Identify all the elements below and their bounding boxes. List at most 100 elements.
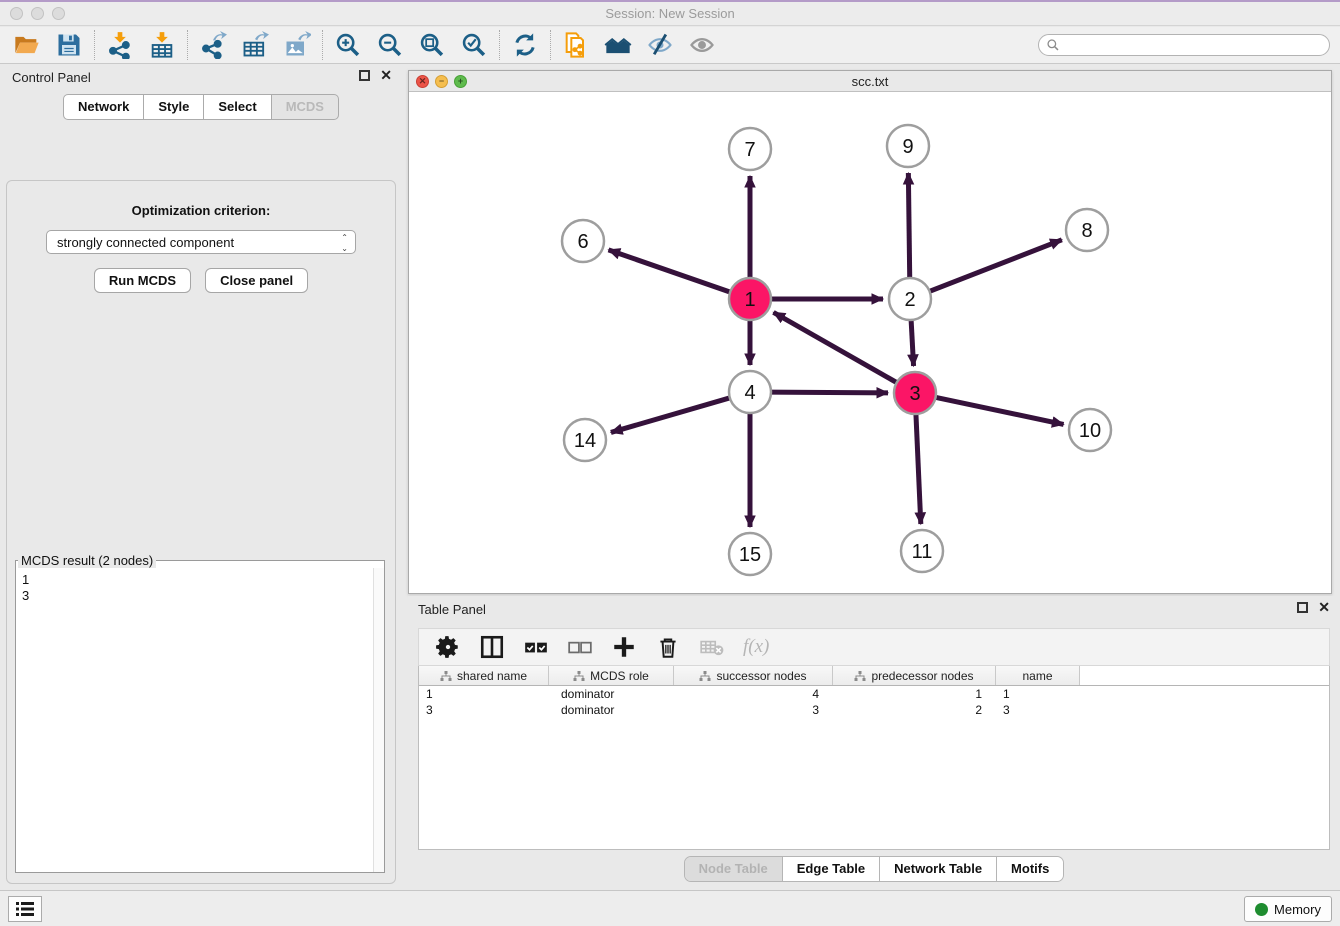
titlebar: Session: New Session <box>0 2 1340 26</box>
criterion-select[interactable]: strongly connected component ⌃⌄ <box>46 230 356 254</box>
zoom-in-icon <box>334 31 362 59</box>
plus-icon <box>611 633 637 661</box>
memory-button[interactable]: Memory <box>1244 896 1332 922</box>
tab-select[interactable]: Select <box>204 94 271 120</box>
tab-network[interactable]: Network <box>63 94 144 120</box>
tab-mcds[interactable]: MCDS <box>272 94 339 120</box>
tab-network-table[interactable]: Network Table <box>880 857 997 881</box>
table-cell[interactable]: 2 <box>833 702 996 718</box>
import-table-icon <box>148 31 176 59</box>
export-image-icon <box>283 31 311 59</box>
toolbar-separator <box>94 30 95 60</box>
apply-function-button[interactable]: f(x) <box>743 636 769 658</box>
graph-node-label: 15 <box>739 544 761 566</box>
table-settings-button[interactable] <box>435 631 461 663</box>
first-neighbors-button[interactable] <box>601 29 635 61</box>
graph-edge-2-8[interactable] <box>928 240 1062 292</box>
toolbar-separator <box>499 30 500 60</box>
table-cell[interactable]: 1 <box>833 686 996 702</box>
table-cell[interactable]: 1 <box>996 686 1080 702</box>
import-table-button[interactable] <box>145 29 179 61</box>
task-history-button[interactable] <box>8 896 42 922</box>
delete-table-button[interactable] <box>699 631 725 663</box>
zoom-selected-button[interactable] <box>457 29 491 61</box>
tab-motifs[interactable]: Motifs <box>997 857 1063 881</box>
graph-edge-3-11[interactable] <box>916 412 921 524</box>
search-icon <box>1046 38 1060 52</box>
refresh-button[interactable] <box>508 29 542 61</box>
status-bar: Memory <box>0 890 1340 926</box>
table-panel-title: Table Panel <box>418 602 486 617</box>
close-panel-button[interactable]: Close panel <box>205 268 308 293</box>
column-header-name[interactable]: name <box>996 666 1080 685</box>
column-header-successor-nodes[interactable]: successor nodes <box>674 666 833 685</box>
graph-edge-3-1[interactable] <box>773 312 898 383</box>
graph-edge-4-3[interactable] <box>769 392 888 393</box>
add-column-button[interactable] <box>611 631 637 663</box>
export-image-button[interactable] <box>280 29 314 61</box>
graph-edge-1-6[interactable] <box>609 250 733 293</box>
delete-table-icon <box>699 633 725 661</box>
graph-node-label: 1 <box>744 289 755 311</box>
table-cell-filler <box>1080 686 1329 702</box>
column-header-filler <box>1080 666 1329 685</box>
column-header-MCDS-role[interactable]: MCDS role <box>549 666 674 685</box>
eye-icon <box>688 31 716 59</box>
import-network-button[interactable] <box>103 29 137 61</box>
zoom-selected-icon <box>460 31 488 59</box>
zoom-fit-button[interactable] <box>415 29 449 61</box>
tab-style[interactable]: Style <box>144 94 204 120</box>
hide-selected-button[interactable] <box>643 29 677 61</box>
attribute-tree-icon <box>440 670 452 682</box>
close-table-panel-icon[interactable]: ✕ <box>1318 602 1330 613</box>
result-scrollbar[interactable] <box>373 568 384 872</box>
graph-edge-4-14[interactable] <box>611 397 732 432</box>
chevron-up-down-icon: ⌃⌄ <box>341 232 348 254</box>
select-all-rows-button[interactable] <box>523 631 549 663</box>
graph-edge-3-10[interactable] <box>934 397 1064 424</box>
table-toolbar: f(x) <box>418 628 1330 666</box>
export-network-button[interactable] <box>196 29 230 61</box>
zoom-in-button[interactable] <box>331 29 365 61</box>
table-cell[interactable]: 3 <box>419 702 549 718</box>
table-cell[interactable]: 3 <box>996 702 1080 718</box>
window-title: Session: New Session <box>0 6 1340 21</box>
eye-slash-icon <box>646 31 674 59</box>
show-all-button[interactable] <box>685 29 719 61</box>
graph-edge-2-9[interactable] <box>908 173 909 280</box>
tab-edge-table[interactable]: Edge Table <box>783 857 880 881</box>
export-table-button[interactable] <box>238 29 272 61</box>
close-panel-icon[interactable]: ✕ <box>380 70 392 81</box>
open-session-button[interactable] <box>10 29 44 61</box>
run-mcds-button[interactable]: Run MCDS <box>94 268 191 293</box>
refresh-icon <box>511 31 539 59</box>
graph-node-label: 11 <box>912 541 933 563</box>
float-table-panel-icon[interactable] <box>1297 602 1308 613</box>
tab-node-table[interactable]: Node Table <box>685 857 783 881</box>
zoom-out-button[interactable] <box>373 29 407 61</box>
network-window-title: scc.txt <box>409 74 1331 89</box>
graph-node-label: 6 <box>577 231 588 253</box>
clone-network-button[interactable] <box>559 29 593 61</box>
table-cell[interactable]: dominator <box>549 686 674 702</box>
save-session-button[interactable] <box>52 29 86 61</box>
deselect-all-rows-button[interactable] <box>567 631 593 663</box>
network-graph: 7968124314101511 <box>409 93 1331 593</box>
network-window-titlebar[interactable]: ✕ − + scc.txt <box>409 71 1331 92</box>
table-cell[interactable]: 4 <box>674 686 833 702</box>
table-row[interactable]: 3dominator323 <box>419 702 1329 718</box>
column-header-predecessor-nodes[interactable]: predecessor nodes <box>833 666 996 685</box>
float-panel-icon[interactable] <box>359 70 370 81</box>
table-cell[interactable]: 3 <box>674 702 833 718</box>
search-input[interactable] <box>1038 34 1330 56</box>
show-column-panel-button[interactable] <box>479 631 505 663</box>
network-canvas[interactable]: 7968124314101511 <box>409 93 1331 593</box>
unchecked-boxes-icon <box>567 633 593 661</box>
graph-node-label: 7 <box>744 139 755 161</box>
graph-edge-2-3[interactable] <box>911 318 914 366</box>
table-cell[interactable]: dominator <box>549 702 674 718</box>
column-header-shared-name[interactable]: shared name <box>419 666 549 685</box>
table-row[interactable]: 1dominator411 <box>419 686 1329 702</box>
delete-column-button[interactable] <box>655 631 681 663</box>
table-cell[interactable]: 1 <box>419 686 549 702</box>
